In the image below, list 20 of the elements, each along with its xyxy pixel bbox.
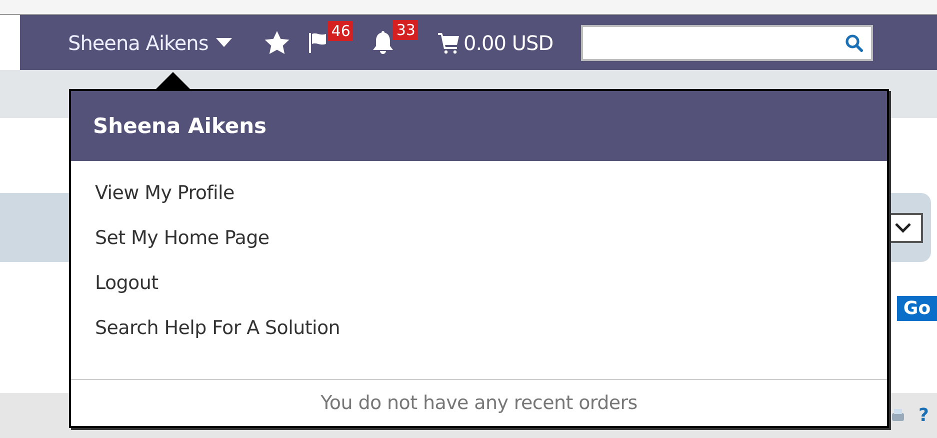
star-icon[interactable] xyxy=(264,30,290,54)
notification-badge: 46 xyxy=(328,20,354,40)
menu-item[interactable]: Logout xyxy=(95,269,158,314)
go-button[interactable]: Go xyxy=(897,296,937,321)
search-field[interactable] xyxy=(581,24,874,60)
user-menu-button[interactable]: Sheena Aikens xyxy=(68,30,232,54)
menu-title: Sheena Aikens xyxy=(93,114,267,138)
chevron-icon xyxy=(894,222,912,233)
recent-orders-message: You do not have any recent orders xyxy=(71,379,887,426)
menu-item[interactable]: View My Profile xyxy=(95,179,234,224)
help-link[interactable]: ? xyxy=(918,405,929,426)
cart-total: 0.00 USD xyxy=(463,30,554,54)
notification-badge: 33 xyxy=(393,20,418,40)
cart-icon[interactable] xyxy=(438,32,460,54)
menu-item[interactable]: Search Help For A Solution xyxy=(95,314,340,359)
menu-item[interactable]: Set My Home Page xyxy=(95,224,270,269)
bell-icon[interactable] xyxy=(371,30,396,56)
search-icon[interactable] xyxy=(845,34,864,52)
printer-icon[interactable] xyxy=(890,408,905,424)
caret-icon xyxy=(216,38,232,48)
